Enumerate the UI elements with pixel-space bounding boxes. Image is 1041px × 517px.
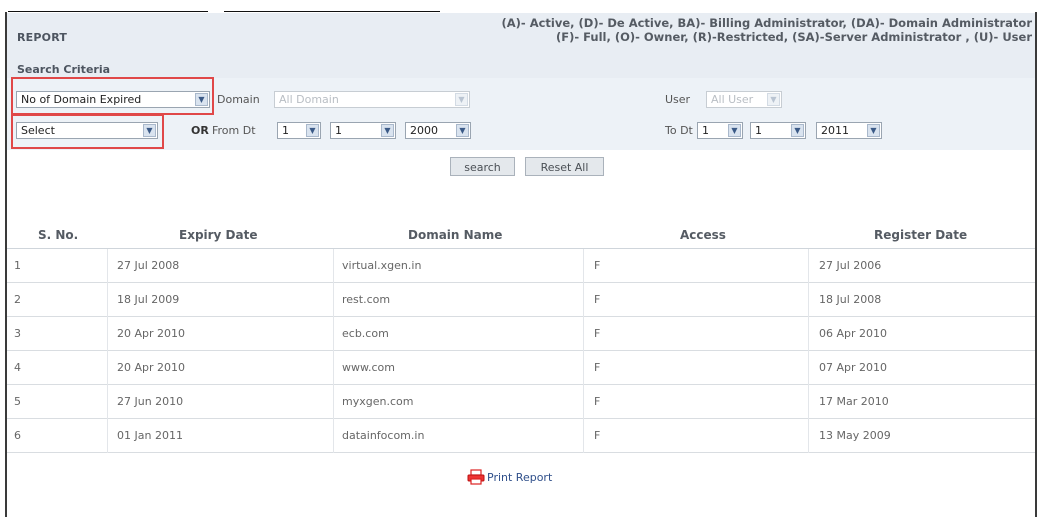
cell-access: F: [594, 293, 601, 306]
col-header-domain: Domain Name: [408, 228, 503, 242]
cell-expiry: 27 Jun 2010: [117, 395, 184, 408]
to-day-select[interactable]: 1 ▼: [697, 122, 743, 139]
from-day-value: 1: [282, 124, 289, 137]
user-select-value: All User: [711, 93, 754, 106]
search-criteria-title: Search Criteria: [17, 63, 111, 76]
from-month-select[interactable]: 1 ▼: [330, 122, 396, 139]
cell-register: 07 Apr 2010: [819, 361, 888, 374]
report-type-highlight: [11, 77, 214, 115]
cell-expiry: 18 Jul 2009: [117, 293, 180, 306]
cell-sno: 1: [14, 259, 21, 272]
cell-domain: rest.com: [342, 293, 391, 306]
table-row: 4 20 Apr 2010 www.com F 07 Apr 2010: [7, 351, 1035, 385]
printer-icon: [467, 469, 485, 485]
from-year-value: 2000: [410, 124, 438, 137]
column-divider: [333, 249, 334, 453]
cell-register: 18 Jul 2008: [819, 293, 882, 306]
column-divider: [107, 249, 108, 453]
to-year-select[interactable]: 2011 ▼: [816, 122, 882, 139]
cell-sno: 6: [14, 429, 21, 442]
cell-access: F: [594, 361, 601, 374]
search-button[interactable]: search: [450, 157, 515, 176]
chevron-down-icon[interactable]: ▼: [791, 124, 804, 137]
cell-expiry: 27 Jul 2008: [117, 259, 180, 272]
cell-register: 27 Jul 2006: [819, 259, 882, 272]
table-row: 2 18 Jul 2009 rest.com F 18 Jul 2008: [7, 283, 1035, 317]
cell-sno: 4: [14, 361, 21, 374]
cell-access: F: [594, 259, 601, 272]
domain-select[interactable]: All Domain ▼: [274, 91, 470, 108]
cell-sno: 5: [14, 395, 21, 408]
cell-sno: 3: [14, 327, 21, 340]
chevron-down-icon[interactable]: ▼: [306, 124, 319, 137]
cell-domain: virtual.xgen.in: [342, 259, 422, 272]
cell-expiry: 20 Apr 2010: [117, 327, 186, 340]
chevron-down-icon[interactable]: ▼: [456, 124, 469, 137]
table-row: 1 27 Jul 2008 virtual.xgen.in F 27 Jul 2…: [7, 249, 1035, 283]
from-year-select[interactable]: 2000 ▼: [405, 122, 471, 139]
domain-label: Domain: [217, 93, 260, 106]
cell-register: 17 Mar 2010: [819, 395, 889, 408]
print-report-link[interactable]: Print Report: [467, 469, 587, 489]
legend-line-2: (F)- Full, (O)- Owner, (R)-Restricted, (…: [555, 30, 1032, 44]
cell-domain: myxgen.com: [342, 395, 414, 408]
cell-register: 06 Apr 2010: [819, 327, 888, 340]
column-divider: [808, 249, 809, 453]
to-month-value: 1: [755, 124, 762, 137]
cell-domain: datainfocom.in: [342, 429, 425, 442]
reset-all-button[interactable]: Reset All: [525, 157, 604, 176]
cell-expiry: 20 Apr 2010: [117, 361, 186, 374]
cell-domain: www.com: [342, 361, 395, 374]
chevron-down-icon[interactable]: ▼: [867, 124, 880, 137]
access-legend: (A)- Active, (D)- De Active, BA)- Billin…: [502, 16, 1032, 44]
cell-domain: ecb.com: [342, 327, 389, 340]
col-header-register: Register Date: [874, 228, 968, 242]
chevron-down-icon[interactable]: ▼: [767, 93, 780, 106]
to-day-value: 1: [702, 124, 709, 137]
or-label: OR: [191, 124, 209, 137]
chevron-down-icon[interactable]: ▼: [728, 124, 741, 137]
to-year-value: 2011: [821, 124, 849, 137]
legend-line-1: (A)- Active, (D)- De Active, BA)- Billin…: [501, 16, 1032, 30]
from-date-label: From Dt: [212, 124, 256, 137]
col-header-access: Access: [680, 228, 726, 242]
user-select[interactable]: All User ▼: [706, 91, 782, 108]
cell-expiry: 01 Jan 2011: [117, 429, 183, 442]
from-day-select[interactable]: 1 ▼: [277, 122, 321, 139]
cell-sno: 2: [14, 293, 21, 306]
to-month-select[interactable]: 1 ▼: [750, 122, 806, 139]
table-row: 3 20 Apr 2010 ecb.com F 06 Apr 2010: [7, 317, 1035, 351]
page-title: REPORT: [17, 31, 68, 44]
domain-select-value: All Domain: [279, 93, 339, 106]
to-date-label: To Dt: [665, 124, 693, 137]
cell-access: F: [594, 395, 601, 408]
col-header-expiry: Expiry Date: [179, 228, 258, 242]
from-month-value: 1: [335, 124, 342, 137]
col-header-sno: S. No.: [38, 228, 79, 242]
cell-access: F: [594, 429, 601, 442]
print-report-label: Print Report: [487, 471, 553, 484]
cell-register: 13 May 2009: [819, 429, 891, 442]
secondary-select-highlight: [11, 114, 164, 149]
table-row: 5 27 Jun 2010 myxgen.com F 17 Mar 2010: [7, 385, 1035, 419]
chevron-down-icon[interactable]: ▼: [381, 124, 394, 137]
user-label: User: [665, 93, 691, 106]
table-row: 6 01 Jan 2011 datainfocom.in F 13 May 20…: [7, 419, 1035, 453]
chevron-down-icon[interactable]: ▼: [455, 93, 468, 106]
cell-access: F: [594, 327, 601, 340]
column-divider: [583, 249, 584, 453]
